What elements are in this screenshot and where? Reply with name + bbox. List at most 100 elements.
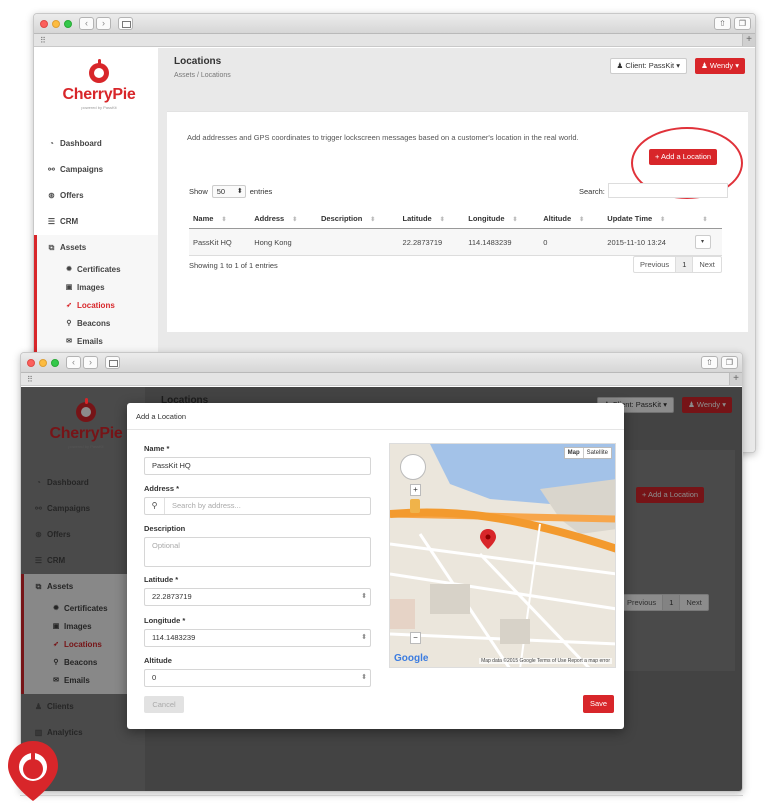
sidebar-toggle-icon[interactable] bbox=[118, 17, 133, 30]
user-icon: ♟ bbox=[701, 61, 708, 70]
close-window-button[interactable] bbox=[27, 359, 35, 367]
sidebar-item-dashboard[interactable]: ◔ Dashboard bbox=[34, 131, 158, 157]
col-longitude[interactable]: Longitude bbox=[464, 211, 540, 229]
location-map[interactable]: + − Map Satellite Google Map data ©2015 … bbox=[389, 443, 616, 668]
dashboard-icon: ◔ bbox=[49, 139, 54, 148]
sidebar-item-certificates[interactable]: ✹ Certificates bbox=[37, 261, 158, 279]
close-window-button[interactable] bbox=[40, 20, 48, 28]
client-dropdown-button[interactable]: ♟ Client: PassKit ▾ bbox=[609, 58, 687, 74]
sidebar-item-locations[interactable]: ➶ Locations bbox=[37, 297, 158, 315]
address-input[interactable]: ⚲ Search by address... bbox=[144, 497, 371, 515]
save-button[interactable]: Save bbox=[583, 695, 614, 713]
logo[interactable]: CherryPie powered by PassKit bbox=[59, 59, 139, 110]
crm-icon: ☰ bbox=[47, 217, 56, 226]
row-actions-button[interactable]: ▾ bbox=[694, 235, 711, 249]
location-arrow-icon: ➶ bbox=[66, 302, 72, 309]
sidebar-item-offers[interactable]: ⊛ Offers bbox=[34, 183, 158, 209]
entries-select[interactable]: 50 bbox=[211, 185, 246, 198]
minimize-window-button[interactable] bbox=[39, 359, 47, 367]
minimize-window-button[interactable] bbox=[52, 20, 60, 28]
map-pan-control[interactable] bbox=[400, 454, 426, 480]
sidebar-item-beacons[interactable]: ⚲ Beacons bbox=[37, 315, 158, 333]
search-input[interactable] bbox=[608, 183, 728, 198]
share-icon[interactable]: ⇧ bbox=[701, 356, 718, 369]
pagination: Previous 1 Next bbox=[633, 256, 722, 273]
zoom-window-button[interactable] bbox=[64, 20, 72, 28]
window-controls bbox=[40, 20, 72, 28]
table-row[interactable]: PassKit HQ Hong Kong 22.2873719 114.1483… bbox=[189, 228, 722, 256]
sidebar-item-assets[interactable]: ⧉ Assets bbox=[37, 235, 158, 261]
tab-bar: ⠿ + bbox=[21, 373, 742, 386]
sidebar-nav: ◔ Dashboard ⚯ Campaigns ⊛ Offers ☰ CRM ⧉ Asse… bbox=[34, 131, 158, 355]
map-type-satellite-button[interactable]: Satellite bbox=[584, 448, 611, 458]
image-icon: ▣ bbox=[65, 284, 73, 291]
grid-icon[interactable]: ⠿ bbox=[27, 376, 33, 384]
back-button[interactable]: ‹ bbox=[79, 17, 94, 30]
tabs-icon[interactable]: ❐ bbox=[721, 356, 738, 369]
description-label: Description bbox=[144, 524, 186, 533]
campaigns-icon: ⚯ bbox=[48, 165, 55, 174]
col-latitude[interactable]: Latitude bbox=[398, 211, 465, 229]
user-dropdown-button[interactable]: ♟ Wendy ▾ bbox=[695, 58, 745, 74]
window-titlebar: ‹ › ⇧ ❐ bbox=[21, 353, 742, 373]
col-update-time[interactable]: Update Time bbox=[603, 211, 691, 229]
latitude-input[interactable]: 22.2873719 ⬍ bbox=[144, 588, 371, 606]
pagination-previous[interactable]: Previous bbox=[634, 257, 677, 272]
sidebar-item-images[interactable]: ▣ Images bbox=[37, 279, 158, 297]
description-textarea[interactable]: Optional bbox=[144, 537, 371, 567]
tabs-icon[interactable]: ❐ bbox=[734, 17, 751, 30]
grid-icon[interactable]: ⠿ bbox=[40, 37, 46, 45]
stepper-icon[interactable]: ⬍ bbox=[361, 670, 367, 686]
sidebar-item-emails[interactable]: ✉ Emails bbox=[37, 333, 158, 351]
altitude-input[interactable]: 0 ⬍ bbox=[144, 669, 371, 687]
cancel-button[interactable]: Cancel bbox=[144, 696, 184, 713]
new-tab-button[interactable]: + bbox=[742, 34, 755, 46]
map-type-map-button[interactable]: Map bbox=[565, 448, 584, 458]
sidebar-item-campaigns[interactable]: ⚯ Campaigns bbox=[34, 157, 158, 183]
caret-down-icon: ▾ bbox=[735, 61, 739, 70]
brand-tagline: powered by PassKit bbox=[81, 105, 117, 110]
forward-button[interactable]: › bbox=[96, 17, 111, 30]
breadcrumb[interactable]: Assets / Locations bbox=[174, 72, 231, 79]
search-icon: ⚲ bbox=[145, 498, 165, 514]
certificate-icon: ✹ bbox=[66, 266, 72, 273]
latitude-label: Latitude * bbox=[144, 575, 179, 584]
col-description[interactable]: Description bbox=[317, 211, 399, 229]
pagination-next[interactable]: Next bbox=[693, 257, 720, 272]
add-location-button[interactable]: + Add a Location bbox=[649, 149, 718, 165]
address-label: Address * bbox=[144, 484, 180, 493]
altitude-label: Altitude bbox=[144, 656, 172, 665]
name-input[interactable]: PassKit HQ bbox=[144, 457, 371, 475]
street-view-pegman-icon[interactable] bbox=[410, 499, 420, 513]
offers-icon: ⊛ bbox=[48, 191, 55, 200]
longitude-input[interactable]: 114.1483239 ⬍ bbox=[144, 629, 371, 647]
pagination-page-1[interactable]: 1 bbox=[676, 257, 694, 272]
divider bbox=[20, 795, 743, 796]
name-label: Name * bbox=[144, 444, 170, 453]
zoom-window-button[interactable] bbox=[51, 359, 59, 367]
zoom-in-button[interactable]: + bbox=[410, 484, 421, 496]
zoom-out-button[interactable]: − bbox=[410, 632, 421, 644]
col-name[interactable]: Name bbox=[189, 211, 251, 229]
sidebar-toggle-icon[interactable] bbox=[105, 356, 120, 369]
col-actions bbox=[690, 211, 722, 229]
share-icon[interactable]: ⇧ bbox=[714, 17, 731, 30]
modal-title: Add a Location bbox=[127, 403, 624, 430]
back-button[interactable]: ‹ bbox=[66, 356, 81, 369]
window-titlebar: ‹ › ⇧ ❐ bbox=[34, 14, 755, 34]
new-tab-button[interactable]: + bbox=[729, 373, 742, 385]
add-location-modal: Add a Location Name * PassKit HQ Address… bbox=[127, 403, 624, 729]
longitude-label: Longitude * bbox=[144, 616, 186, 625]
stepper-icon[interactable]: ⬍ bbox=[361, 589, 367, 605]
cherrypie-logo-icon bbox=[8, 741, 58, 801]
col-address[interactable]: Address bbox=[250, 211, 318, 229]
forward-button[interactable]: › bbox=[83, 356, 98, 369]
envelope-icon: ✉ bbox=[66, 338, 72, 345]
col-altitude[interactable]: Altitude bbox=[539, 211, 604, 229]
sidebar-item-crm[interactable]: ☰ CRM bbox=[34, 209, 158, 235]
stepper-icon[interactable]: ⬍ bbox=[361, 630, 367, 646]
map-marker-icon: ⚲ bbox=[66, 320, 72, 327]
map-attribution[interactable]: Map data ©2015 Google Terms of Use Repor… bbox=[479, 658, 612, 664]
user-icon: ♟ bbox=[616, 61, 624, 70]
locations-table: Name Address Description Latitude Longit… bbox=[189, 211, 722, 256]
